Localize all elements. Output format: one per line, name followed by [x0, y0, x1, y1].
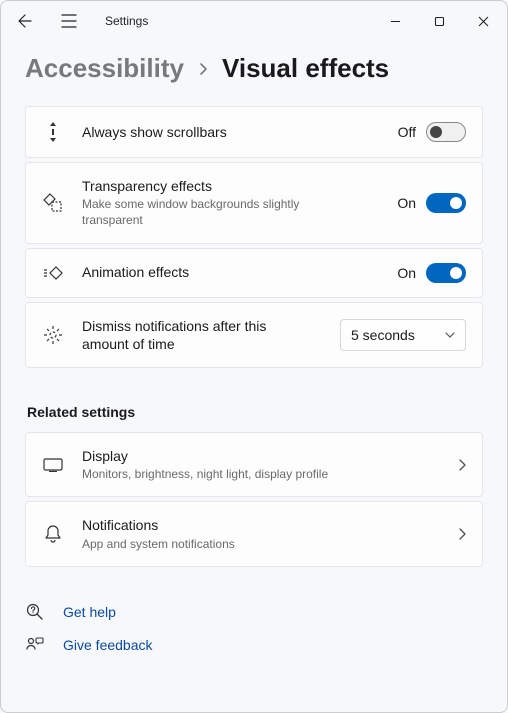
related-title: Notifications — [82, 516, 458, 534]
close-icon — [478, 16, 489, 27]
brightness-icon — [42, 325, 64, 345]
setting-title: Always show scrollbars — [82, 123, 398, 141]
breadcrumb: Accessibility Visual effects — [25, 53, 483, 84]
toggle-state-label: On — [397, 265, 416, 281]
related-settings-header: Related settings — [27, 404, 483, 420]
back-button[interactable] — [9, 5, 41, 37]
chevron-right-icon — [458, 459, 466, 471]
window-title: Settings — [105, 14, 148, 28]
feedback-link-text: Give feedback — [63, 637, 153, 653]
minimize-icon — [390, 16, 401, 27]
help-icon — [25, 603, 45, 621]
breadcrumb-parent[interactable]: Accessibility — [25, 53, 184, 84]
scrollbars-icon — [42, 121, 64, 143]
dismiss-time-select[interactable]: 5 seconds — [340, 319, 466, 351]
get-help-link[interactable]: Get help — [25, 603, 483, 621]
transparency-toggle[interactable] — [426, 193, 466, 213]
related-display[interactable]: Display Monitors, brightness, night ligh… — [25, 432, 483, 497]
close-button[interactable] — [461, 5, 505, 37]
minimize-button[interactable] — [373, 5, 417, 37]
setting-title: Transparency effects — [82, 177, 397, 195]
transparency-icon — [42, 193, 64, 213]
setting-subtitle: Make some window backgrounds slightly tr… — [82, 196, 342, 228]
chevron-right-icon — [198, 62, 208, 76]
feedback-icon — [25, 637, 45, 653]
select-value: 5 seconds — [351, 327, 415, 343]
setting-transparency: Transparency effects Make some window ba… — [25, 162, 483, 244]
breadcrumb-current: Visual effects — [222, 53, 389, 84]
setting-title: Animation effects — [82, 263, 397, 281]
scrollbars-toggle[interactable] — [426, 122, 466, 142]
maximize-icon — [434, 16, 445, 27]
display-icon — [42, 458, 64, 472]
setting-scrollbars: Always show scrollbars Off — [25, 106, 483, 158]
give-feedback-link[interactable]: Give feedback — [25, 637, 483, 653]
toggle-state-label: On — [397, 195, 416, 211]
maximize-button[interactable] — [417, 5, 461, 37]
menu-button[interactable] — [53, 5, 85, 37]
chevron-down-icon — [445, 332, 455, 338]
related-notifications[interactable]: Notifications App and system notificatio… — [25, 501, 483, 566]
hamburger-icon — [61, 14, 77, 28]
animation-icon — [42, 266, 64, 280]
arrow-left-icon — [17, 13, 33, 29]
related-subtitle: Monitors, brightness, night light, displ… — [82, 466, 458, 482]
related-title: Display — [82, 447, 458, 465]
setting-dismiss-time: Dismiss notifications after this amount … — [25, 302, 483, 368]
help-link-text: Get help — [63, 604, 116, 620]
toggle-state-label: Off — [398, 124, 416, 140]
animation-toggle[interactable] — [426, 263, 466, 283]
chevron-right-icon — [458, 528, 466, 540]
setting-title: Dismiss notifications after this amount … — [82, 317, 272, 353]
related-subtitle: App and system notifications — [82, 536, 458, 552]
setting-animation: Animation effects On — [25, 248, 483, 298]
bell-icon — [42, 524, 64, 544]
